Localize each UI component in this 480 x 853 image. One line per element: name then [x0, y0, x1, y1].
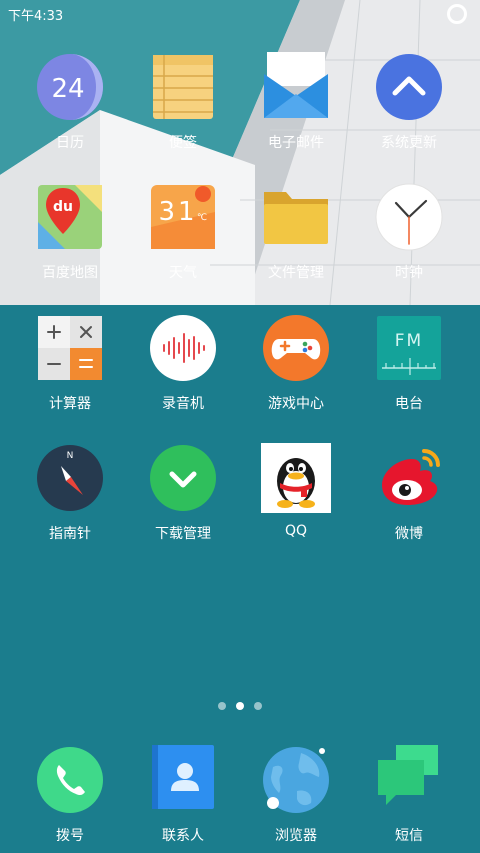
weather-icon: 31 ℃ [151, 185, 215, 249]
wallpaper-top [0, 0, 480, 305]
page-dot-1[interactable] [218, 702, 226, 710]
calendar-icon: 24 [37, 54, 103, 120]
radio-badge: FM [395, 331, 423, 351]
app-label: 短信 [395, 828, 423, 844]
app-label: 电台 [395, 396, 423, 412]
calendar-date: 24 [51, 74, 84, 104]
sync-icon [447, 4, 467, 24]
compass-icon: N [37, 445, 103, 511]
wallpaper [0, 0, 480, 853]
app-label: 游戏中心 [268, 396, 324, 412]
notes-icon [153, 55, 213, 119]
arrow-up-icon [376, 54, 442, 120]
contacts-icon [152, 745, 214, 809]
weather-unit: ℃ [197, 213, 207, 223]
clock-icon [375, 183, 443, 251]
email-icon [264, 52, 328, 118]
app-label: 电子邮件 [268, 135, 324, 151]
app-label: 计算器 [49, 396, 91, 412]
status-time: 下午4:33 [8, 9, 64, 24]
status-bar: 下午4:33 [0, 0, 480, 26]
app-label: 时钟 [395, 265, 423, 281]
app-label: 指南针 [49, 526, 91, 542]
folder-icon [264, 192, 328, 244]
app-label: 百度地图 [42, 265, 98, 281]
calculator-icon [38, 316, 102, 380]
chat-bubble-icon [378, 745, 438, 805]
app-label: 联系人 [162, 828, 204, 844]
download-icon [150, 445, 216, 511]
weibo-icon [382, 449, 440, 505]
map-icon: du [38, 185, 102, 249]
compass-north: N [67, 451, 74, 461]
app-label: 微博 [395, 526, 423, 542]
app-label: 便签 [169, 135, 197, 151]
app-label: 日历 [56, 135, 84, 151]
radio-icon: FM [377, 316, 441, 380]
page-dot-2[interactable] [236, 702, 244, 710]
app-label: 下载管理 [155, 526, 211, 542]
gamepad-icon [263, 315, 329, 381]
app-label: 浏览器 [275, 828, 317, 844]
page-indicator [0, 700, 480, 712]
qq-penguin-icon [261, 443, 331, 513]
app-label: 文件管理 [268, 265, 324, 281]
microphone-icon [150, 315, 216, 381]
app-label: 录音机 [162, 396, 204, 412]
app-label: QQ [284, 523, 308, 539]
app-label: 天气 [169, 265, 197, 281]
phone-icon [37, 747, 103, 813]
page-dot-3[interactable] [254, 702, 262, 710]
app-label: 系统更新 [381, 135, 437, 151]
weather-temperature: 31 [158, 197, 197, 227]
app-label: 拨号 [56, 828, 84, 844]
globe-icon [263, 747, 329, 813]
map-badge: du [53, 199, 73, 215]
